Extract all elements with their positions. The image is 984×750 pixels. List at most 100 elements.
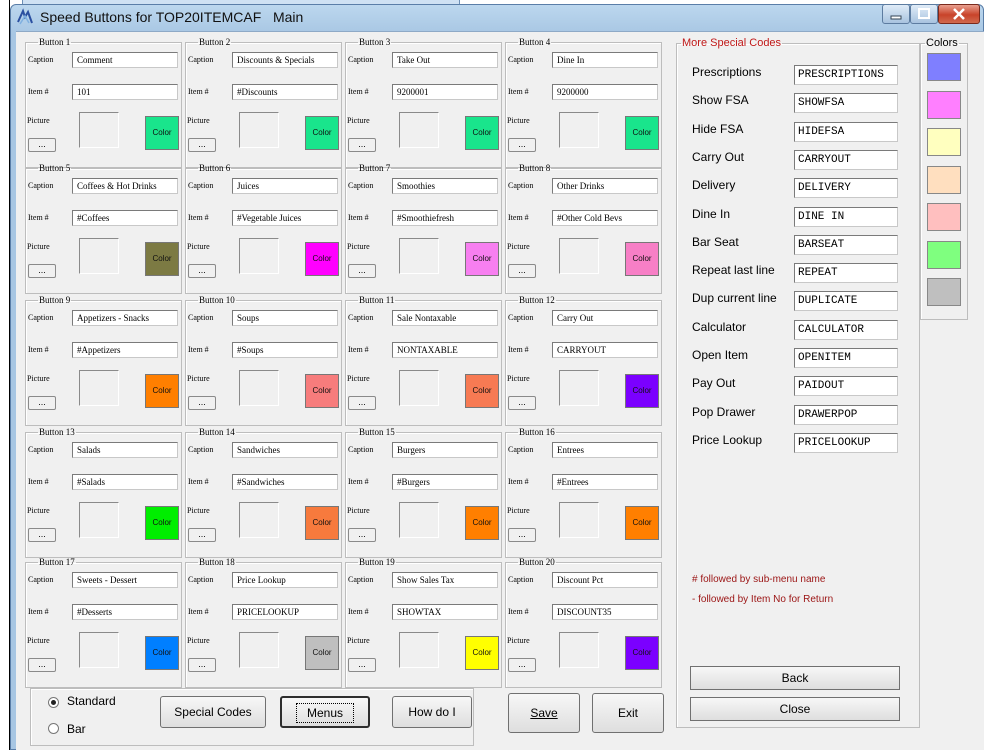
special-codes-button[interactable]: Special Codes	[160, 696, 266, 728]
caption-input[interactable]: Discount Pct	[552, 572, 658, 588]
color-swatch[interactable]	[927, 90, 961, 119]
browse-picture-button[interactable]: ...	[508, 658, 536, 672]
color-swatch[interactable]	[927, 240, 961, 269]
caption-input[interactable]: Appetizers - Snacks	[72, 310, 178, 326]
special-code-input[interactable]: PRICELOOKUP	[794, 433, 898, 453]
special-code-input[interactable]: PRESCRIPTIONS	[794, 65, 898, 85]
item-input[interactable]: #Other Cold Bevs	[552, 210, 658, 226]
special-code-input[interactable]: SHOWFSA	[794, 93, 898, 113]
item-input[interactable]: 101	[72, 84, 178, 100]
caption-input[interactable]: Sale Nontaxable	[392, 310, 498, 326]
save-button[interactable]: Save	[508, 693, 580, 733]
item-input[interactable]: #Desserts	[72, 604, 178, 620]
item-input[interactable]: DISCOUNT35	[552, 604, 658, 620]
how-do-i-button[interactable]: How do I	[392, 696, 472, 728]
item-input[interactable]: #Smoothiefresh	[392, 210, 498, 226]
caption-input[interactable]: Entrees	[552, 442, 658, 458]
browse-picture-button[interactable]: ...	[188, 396, 216, 410]
caption-input[interactable]: Price Lookup	[232, 572, 338, 588]
special-code-input[interactable]: BARSEAT	[794, 235, 898, 255]
item-input[interactable]: PRICELOOKUP	[232, 604, 338, 620]
special-code-input[interactable]: REPEAT	[794, 263, 898, 283]
browse-picture-button[interactable]: ...	[508, 138, 536, 152]
standard-radio[interactable]	[48, 697, 59, 708]
color-button[interactable]: Color	[625, 242, 659, 276]
special-code-input[interactable]: CARRYOUT	[794, 150, 898, 170]
item-input[interactable]: #Coffees	[72, 210, 178, 226]
item-input[interactable]: SHOWTAX	[392, 604, 498, 620]
item-input[interactable]: NONTAXABLE	[392, 342, 498, 358]
color-button[interactable]: Color	[145, 374, 179, 408]
color-button[interactable]: Color	[625, 506, 659, 540]
color-button[interactable]: Color	[625, 116, 659, 150]
caption-input[interactable]: Soups	[232, 310, 338, 326]
color-button[interactable]: Color	[465, 636, 499, 670]
color-button[interactable]: Color	[305, 506, 339, 540]
item-input[interactable]: #Sandwiches	[232, 474, 338, 490]
browse-picture-button[interactable]: ...	[28, 396, 56, 410]
browse-picture-button[interactable]: ...	[348, 396, 376, 410]
color-button[interactable]: Color	[625, 636, 659, 670]
item-input[interactable]: 9200001	[392, 84, 498, 100]
minimize-button[interactable]	[882, 4, 910, 24]
browse-picture-button[interactable]: ...	[508, 396, 536, 410]
color-swatch[interactable]	[927, 165, 961, 194]
color-button[interactable]: Color	[305, 374, 339, 408]
caption-input[interactable]: Coffees & Hot Drinks	[72, 178, 178, 194]
color-button[interactable]: Color	[305, 636, 339, 670]
close-button[interactable]: Close	[690, 697, 900, 721]
special-code-input[interactable]: HIDEFSA	[794, 122, 898, 142]
special-code-input[interactable]: PAIDOUT	[794, 376, 898, 396]
item-input[interactable]: #Soups	[232, 342, 338, 358]
color-swatch[interactable]	[927, 53, 961, 81]
item-input[interactable]: #Entrees	[552, 474, 658, 490]
caption-input[interactable]: Juices	[232, 178, 338, 194]
item-input[interactable]: #Discounts	[232, 84, 338, 100]
caption-input[interactable]: Discounts & Specials	[232, 52, 338, 68]
browse-picture-button[interactable]: ...	[28, 528, 56, 542]
color-swatch[interactable]	[927, 128, 961, 156]
color-button[interactable]: Color	[305, 242, 339, 276]
special-code-input[interactable]: OPENITEM	[794, 348, 898, 368]
browse-picture-button[interactable]: ...	[188, 658, 216, 672]
color-swatch[interactable]	[927, 203, 961, 231]
browse-picture-button[interactable]: ...	[508, 264, 536, 278]
caption-input[interactable]: Sandwiches	[232, 442, 338, 458]
caption-input[interactable]: Carry Out	[552, 310, 658, 326]
caption-input[interactable]: Other Drinks	[552, 178, 658, 194]
browse-picture-button[interactable]: ...	[348, 138, 376, 152]
item-input[interactable]: #Appetizers	[72, 342, 178, 358]
color-button[interactable]: Color	[465, 242, 499, 276]
color-button[interactable]: Color	[145, 242, 179, 276]
special-code-input[interactable]: DELIVERY	[794, 178, 898, 198]
caption-input[interactable]: Sweets - Dessert	[72, 572, 178, 588]
color-button[interactable]: Color	[625, 374, 659, 408]
caption-input[interactable]: Show Sales Tax	[392, 572, 498, 588]
item-input[interactable]: #Salads	[72, 474, 178, 490]
item-input[interactable]: #Burgers	[392, 474, 498, 490]
caption-input[interactable]: Salads	[72, 442, 178, 458]
item-input[interactable]: CARRYOUT	[552, 342, 658, 358]
color-button[interactable]: Color	[145, 116, 179, 150]
caption-input[interactable]: Take Out	[392, 52, 498, 68]
browse-picture-button[interactable]: ...	[348, 658, 376, 672]
color-swatch[interactable]	[927, 278, 961, 306]
browse-picture-button[interactable]: ...	[348, 528, 376, 542]
color-button[interactable]: Color	[145, 506, 179, 540]
caption-input[interactable]: Comment	[72, 52, 178, 68]
browse-picture-button[interactable]: ...	[188, 264, 216, 278]
browse-picture-button[interactable]: ...	[348, 264, 376, 278]
caption-input[interactable]: Smoothies	[392, 178, 498, 194]
color-button[interactable]: Color	[465, 116, 499, 150]
browse-picture-button[interactable]: ...	[28, 138, 56, 152]
special-code-input[interactable]: DUPLICATE	[794, 291, 898, 311]
browse-picture-button[interactable]: ...	[188, 528, 216, 542]
color-button[interactable]: Color	[145, 636, 179, 670]
close-window-button[interactable]	[938, 4, 980, 24]
caption-input[interactable]: Dine In	[552, 52, 658, 68]
item-input[interactable]: #Vegetable Juices	[232, 210, 338, 226]
caption-input[interactable]: Burgers	[392, 442, 498, 458]
special-code-input[interactable]: CALCULATOR	[794, 320, 898, 340]
back-button[interactable]: Back	[690, 666, 900, 690]
color-button[interactable]: Color	[465, 506, 499, 540]
